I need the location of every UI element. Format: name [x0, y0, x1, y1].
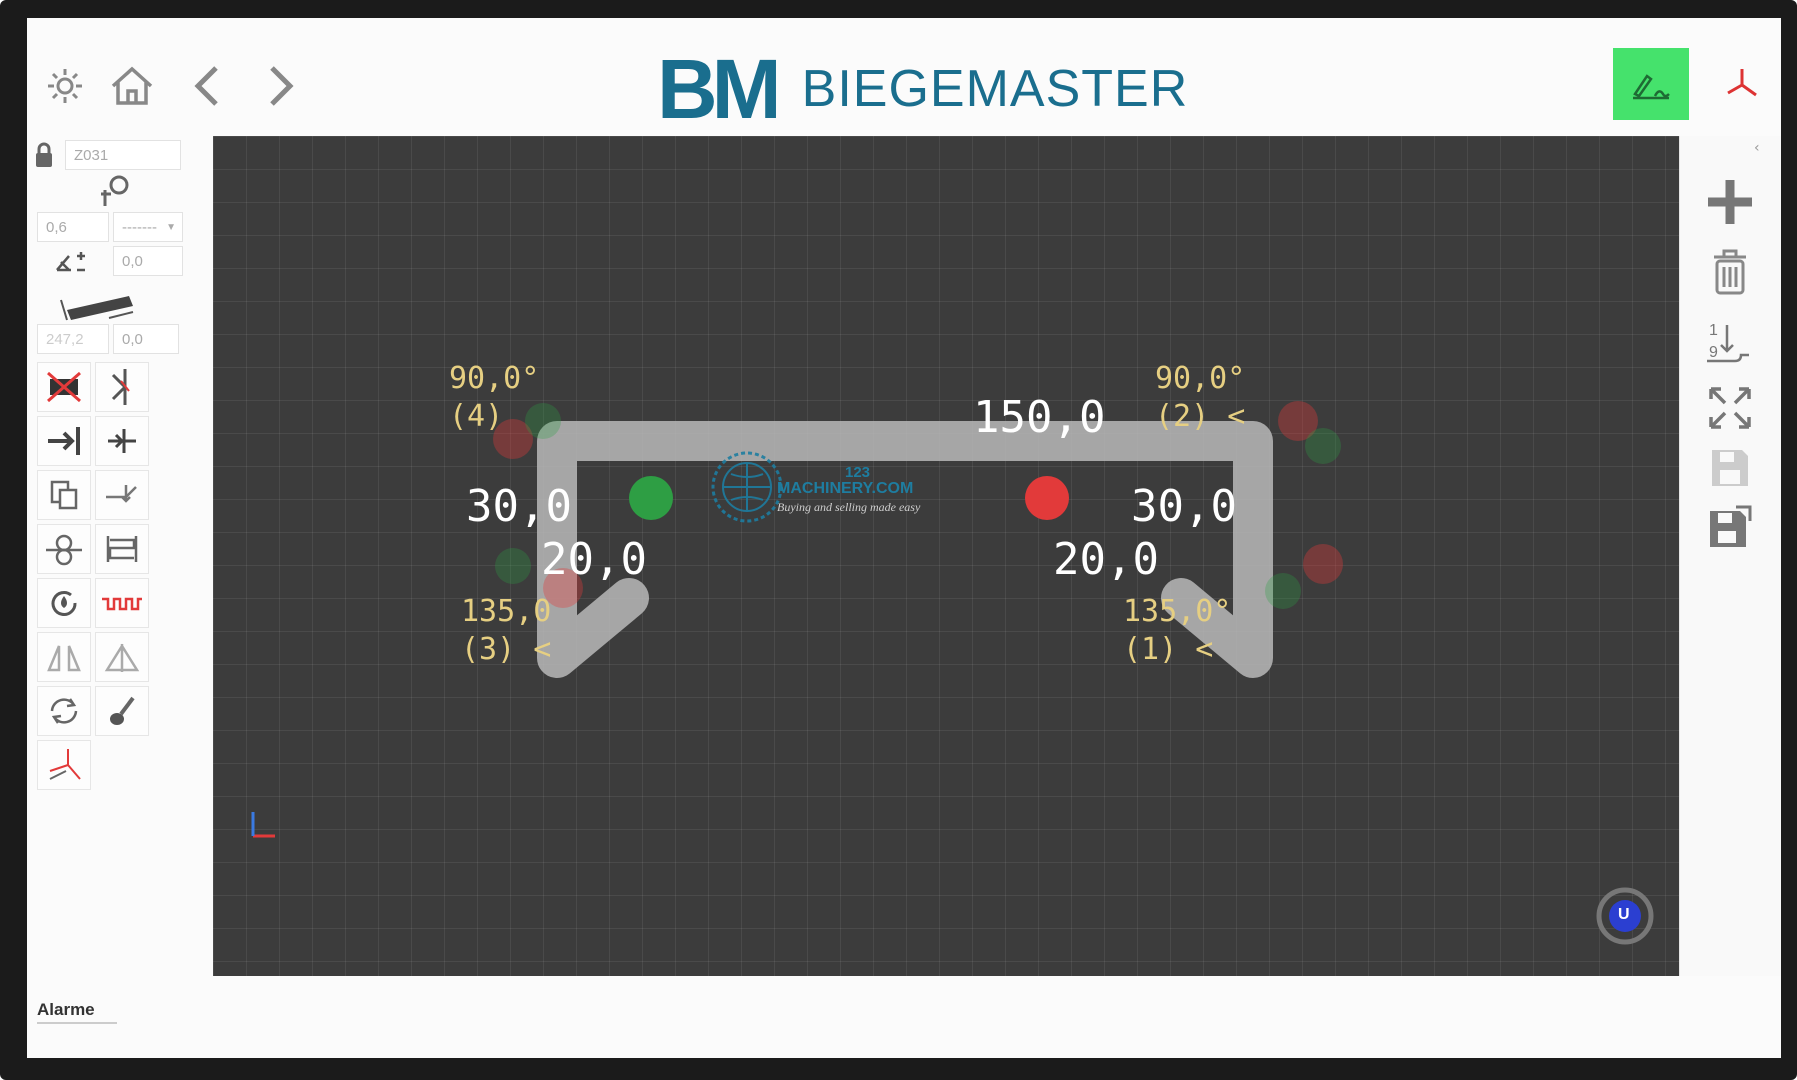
watermark-logo — [711, 451, 783, 523]
bend-down-icon[interactable] — [95, 470, 149, 520]
corner-axis-indicator — [251, 812, 275, 838]
corner-badge-letter: U — [1618, 906, 1630, 923]
angle-bend-4[interactable]: 90,0° (4) — [449, 360, 539, 436]
split-bend-icon[interactable] — [95, 362, 149, 412]
sequence-swap-icon[interactable] — [95, 524, 149, 574]
dim-left-lip[interactable]: 20,0 — [541, 534, 647, 585]
copy-icon[interactable] — [37, 470, 91, 520]
settings-gear-icon[interactable] — [35, 56, 95, 116]
angle-offset-field[interactable]: 0,0 — [113, 246, 183, 276]
add-icon[interactable] — [1700, 172, 1760, 232]
save-as-icon[interactable] — [1700, 498, 1760, 558]
pen-signature-icon — [1633, 74, 1670, 100]
axis-view-icon[interactable] — [1717, 58, 1767, 108]
angle-tolerance-icon — [53, 248, 93, 280]
logo-mark: BM — [657, 42, 782, 136]
alarm-label[interactable]: Alarme — [37, 1000, 95, 1020]
line-style-value: ------- — [122, 219, 157, 236]
sort-sequence-icon[interactable]: 19 — [1700, 312, 1760, 372]
thickness-field[interactable]: 0,6 — [37, 212, 109, 242]
mirror-center-icon[interactable] — [95, 632, 149, 682]
brush-icon[interactable] — [95, 686, 149, 736]
back-chevron-icon[interactable] — [177, 56, 237, 116]
align-end-icon[interactable] — [37, 416, 91, 466]
length-measure-icon — [57, 284, 141, 326]
angle-bend-3[interactable]: 135,0 (3) < — [461, 593, 551, 669]
footer-bar: Alarme — [27, 976, 1781, 1058]
save-icon[interactable] — [1700, 438, 1760, 498]
drawing-canvas[interactable]: 150,0 30,0 30,0 20,0 20,0 90,0° (4) 90,0… — [213, 136, 1679, 976]
roll-tool-icon[interactable] — [37, 524, 91, 574]
chevron-down-icon: ▼ — [166, 222, 176, 233]
edit-mode-button[interactable] — [1613, 48, 1689, 120]
angle-bend-2[interactable]: 90,0° (2) < — [1155, 360, 1245, 436]
watermark-tagline: Buying and selling made easy — [777, 500, 921, 514]
left-toolbar: Z031 0,6 ------- ▼ 0,0 247,2 0,0 — [27, 136, 213, 996]
bend-marker-2b — [1305, 428, 1341, 464]
header-bar: BM BIEGEMASTER — [27, 18, 1781, 136]
dim-left-side[interactable]: 30,0 — [466, 481, 572, 532]
rotate-drop-icon[interactable] — [37, 578, 91, 628]
dim-right-side[interactable]: 30,0 — [1131, 481, 1237, 532]
dim-right-lip[interactable]: 20,0 — [1053, 534, 1159, 585]
mirror-left-icon[interactable] — [37, 632, 91, 682]
lock-icon[interactable] — [35, 142, 53, 172]
angle-bend-1[interactable]: 135,0° (1) < — [1123, 593, 1231, 669]
rotate-part-icon[interactable] — [37, 686, 91, 736]
bend-marker-3 — [495, 548, 531, 584]
screen: BM BIEGEMASTER Z031 0,6 ------- ▼ 0,0 24… — [27, 18, 1781, 1058]
collapse-chevron-icon[interactable]: ‹ — [1754, 140, 1760, 156]
dim-top[interactable]: 150,0 — [973, 392, 1105, 443]
fit-to-screen-icon[interactable] — [1700, 378, 1760, 438]
forward-chevron-icon[interactable] — [251, 56, 311, 116]
bend-marker-1 — [1303, 544, 1343, 584]
part-id-field[interactable]: Z031 — [65, 140, 181, 170]
watermark-name: MACHINERY.COM — [777, 480, 914, 497]
align-center-icon[interactable] — [95, 416, 149, 466]
svg-text:1: 1 — [1709, 322, 1718, 339]
home-icon[interactable] — [102, 56, 162, 116]
axis-tool-icon[interactable] — [37, 740, 91, 790]
svg-text:9: 9 — [1709, 344, 1718, 361]
bend-radius-icon — [97, 174, 133, 212]
length-offset-field[interactable]: 0,0 — [113, 324, 179, 354]
wave-icon[interactable] — [95, 578, 149, 628]
delete-tool-icon[interactable] — [37, 362, 91, 412]
trash-icon[interactable] — [1700, 242, 1760, 302]
brand-name: BIEGEMASTER — [801, 60, 1189, 118]
line-style-select[interactable]: ------- ▼ — [113, 212, 183, 242]
bend-marker-1b — [1265, 573, 1301, 609]
alarm-divider — [37, 1022, 117, 1024]
part-profile-drawing — [251, 401, 1654, 945]
end-marker-red[interactable] — [1025, 476, 1069, 520]
right-toolbar: ‹ 19 — [1679, 136, 1781, 976]
watermark-number: 123 — [845, 464, 871, 481]
brand-logo: BM BIEGEMASTER — [657, 44, 1188, 134]
start-marker-green[interactable] — [629, 476, 673, 520]
length-field: 247,2 — [37, 324, 109, 354]
